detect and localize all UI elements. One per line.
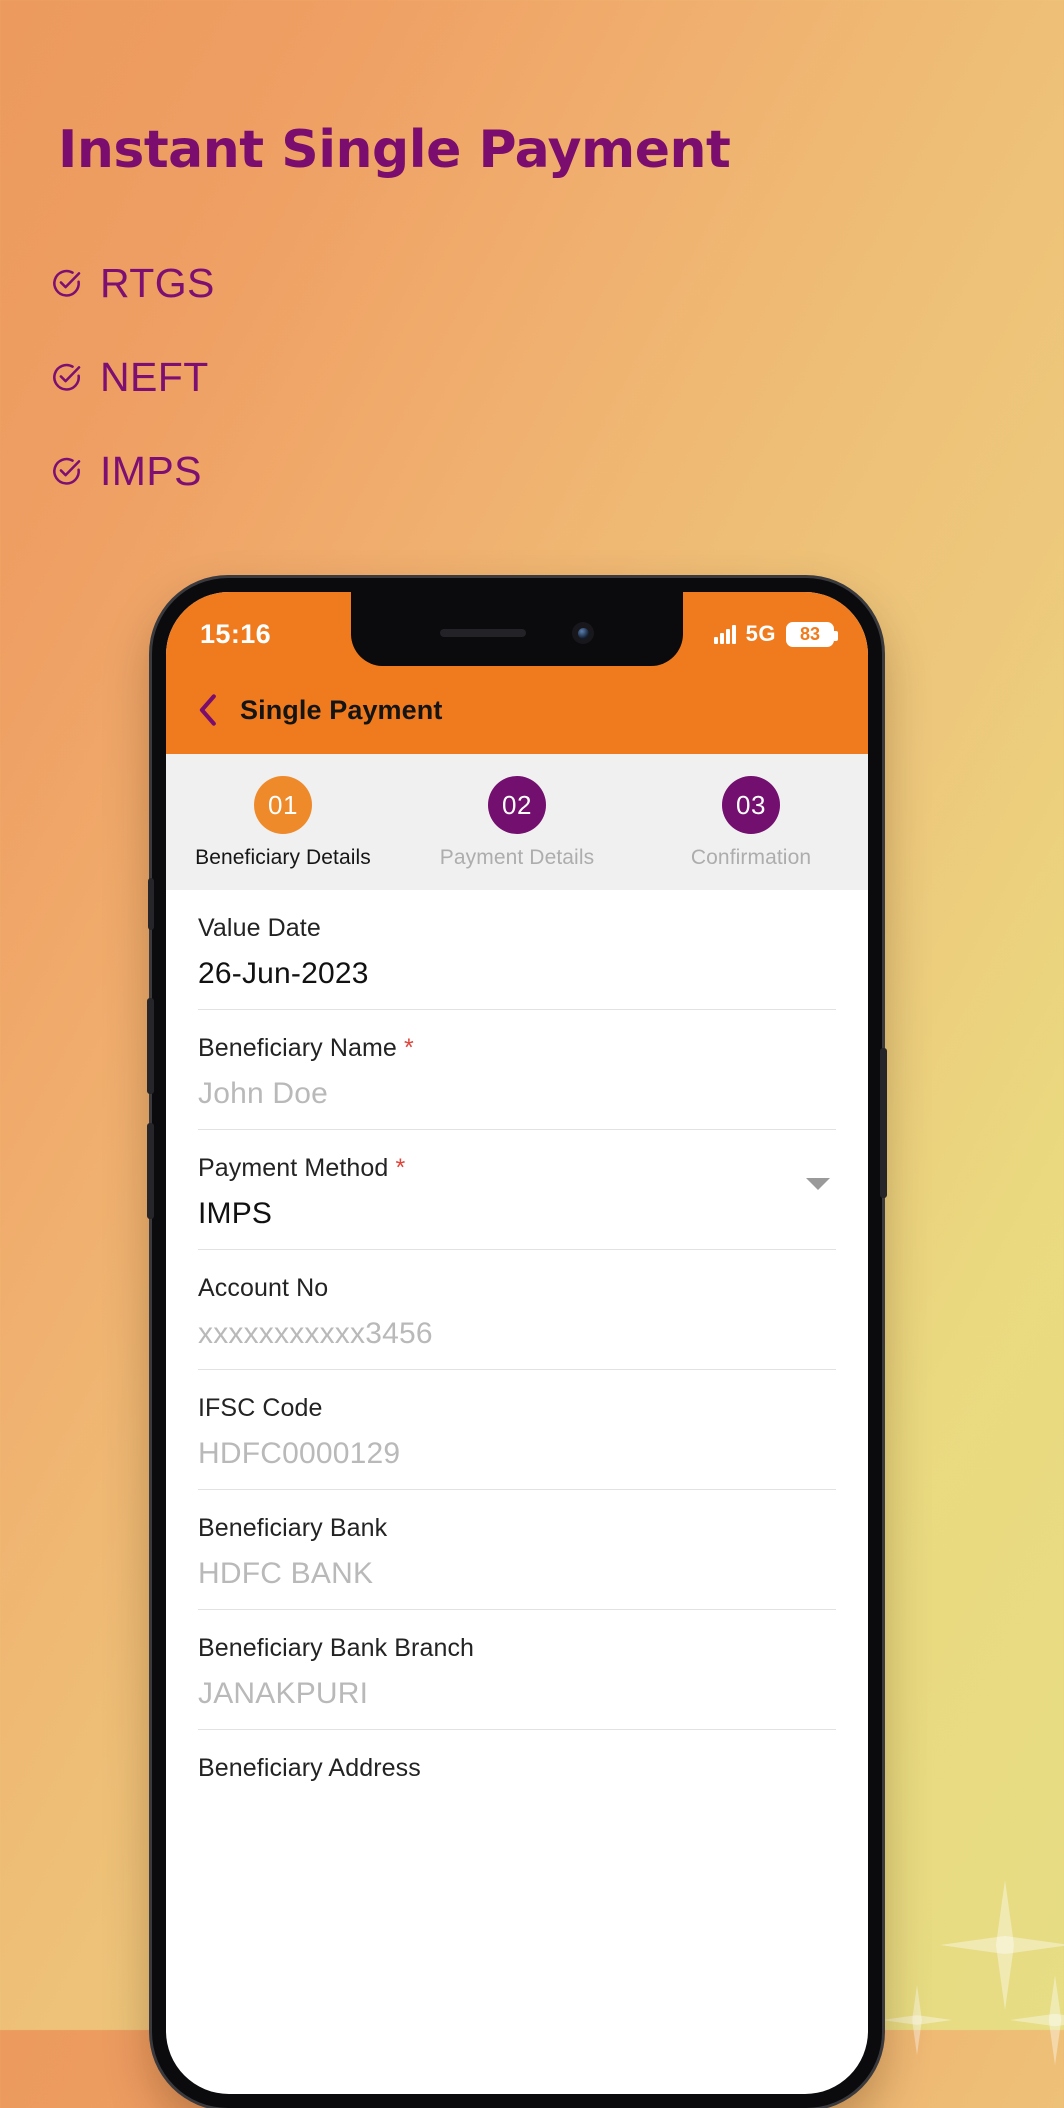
stepper-step-3[interactable]: 03 Confirmation bbox=[634, 776, 868, 870]
battery-level-label: 83 bbox=[799, 623, 821, 644]
step-label: Confirmation bbox=[690, 846, 812, 869]
chevron-left-icon[interactable] bbox=[196, 693, 218, 727]
field-label: Beneficiary Address bbox=[198, 1754, 421, 1782]
beneficiary-bank-branch-input[interactable]: JANAKPURI bbox=[198, 1677, 836, 1711]
phone-mockup: 15:16 5G 83 Single Payment 01 Beneficiar… bbox=[147, 578, 887, 2108]
front-camera-icon bbox=[572, 622, 594, 644]
field-ifsc-code[interactable]: IFSC Code HDFC0000129 bbox=[198, 1370, 836, 1490]
phone-screen: 15:16 5G 83 Single Payment 01 Beneficiar… bbox=[166, 592, 868, 2094]
volume-up-button[interactable] bbox=[147, 998, 154, 1094]
volume-down-button[interactable] bbox=[147, 1123, 154, 1219]
field-beneficiary-bank-branch[interactable]: Beneficiary Bank Branch JANAKPURI bbox=[198, 1610, 836, 1730]
stepper-step-1[interactable]: 01 Beneficiary Details bbox=[166, 776, 400, 870]
payment-method-select[interactable]: IMPS bbox=[198, 1197, 836, 1231]
value-date-input[interactable]: 26-Jun-2023 bbox=[198, 957, 836, 991]
progress-stepper: 01 Beneficiary Details 02 Payment Detail… bbox=[166, 754, 868, 890]
phone-notch bbox=[351, 592, 683, 666]
required-asterisk: * bbox=[395, 1154, 406, 1182]
field-label: Beneficiary Name * bbox=[198, 1034, 414, 1062]
feature-list: RTGS NEFT IMPS bbox=[50, 260, 215, 542]
beneficiary-name-input[interactable]: John Doe bbox=[198, 1077, 836, 1111]
field-value-date[interactable]: Value Date 26-Jun-2023 bbox=[198, 890, 836, 1010]
feature-label: NEFT bbox=[100, 354, 209, 400]
field-label: Value Date bbox=[198, 914, 321, 942]
field-label: Account No bbox=[198, 1274, 329, 1302]
step-label: Beneficiary Details bbox=[195, 846, 371, 869]
mute-switch-button[interactable] bbox=[148, 878, 154, 930]
status-indicators: 5G 83 bbox=[713, 611, 838, 647]
check-circle-icon bbox=[50, 361, 84, 395]
required-asterisk: * bbox=[403, 1034, 414, 1062]
list-item: IMPS bbox=[50, 448, 215, 495]
earpiece-speaker bbox=[440, 629, 526, 637]
list-item: RTGS bbox=[50, 260, 215, 307]
field-beneficiary-address[interactable]: Beneficiary Address bbox=[198, 1730, 836, 1815]
step-number-badge: 01 bbox=[254, 776, 312, 834]
status-clock: 15:16 bbox=[200, 618, 272, 649]
field-label: Payment Method * bbox=[198, 1154, 406, 1182]
power-button[interactable] bbox=[880, 1048, 887, 1198]
field-account-no[interactable]: Account No xxxxxxxxxxx3456 bbox=[198, 1250, 836, 1370]
field-beneficiary-name[interactable]: Beneficiary Name * John Doe bbox=[198, 1010, 836, 1130]
field-label: Beneficiary Bank Branch bbox=[198, 1634, 475, 1662]
app-bar: Single Payment bbox=[166, 666, 868, 754]
chevron-down-icon[interactable] bbox=[806, 1178, 830, 1190]
stepper-step-2[interactable]: 02 Payment Details bbox=[400, 776, 634, 870]
account-no-input[interactable]: xxxxxxxxxxx3456 bbox=[198, 1317, 836, 1351]
signal-strength-icon bbox=[713, 624, 736, 644]
check-circle-icon bbox=[50, 455, 84, 489]
ifsc-code-input[interactable]: HDFC0000129 bbox=[198, 1437, 836, 1471]
field-label: Beneficiary Bank bbox=[198, 1514, 388, 1542]
field-payment-method[interactable]: Payment Method * IMPS bbox=[198, 1130, 836, 1250]
feature-label: IMPS bbox=[100, 448, 202, 494]
app-bar-title: Single Payment bbox=[240, 694, 443, 725]
sparkle-decoration bbox=[1010, 1975, 1064, 2065]
sparkle-decoration bbox=[940, 1880, 1064, 2010]
check-circle-icon bbox=[50, 267, 84, 301]
step-number-badge: 03 bbox=[722, 776, 780, 834]
step-label: Payment Details bbox=[439, 846, 595, 869]
step-number-badge: 02 bbox=[488, 776, 546, 834]
network-type-label: 5G bbox=[745, 621, 776, 646]
field-label: IFSC Code bbox=[198, 1394, 323, 1422]
beneficiary-bank-input[interactable]: HDFC BANK bbox=[198, 1557, 836, 1591]
battery-icon: 83 bbox=[786, 621, 838, 647]
beneficiary-details-form: Value Date 26-Jun-2023 Beneficiary Name … bbox=[166, 890, 868, 1815]
page-title: Instant Single Payment bbox=[58, 120, 731, 180]
list-item: NEFT bbox=[50, 354, 215, 401]
sparkle-decoration bbox=[882, 1985, 952, 2055]
feature-label: RTGS bbox=[100, 260, 215, 306]
field-beneficiary-bank[interactable]: Beneficiary Bank HDFC BANK bbox=[198, 1490, 836, 1610]
